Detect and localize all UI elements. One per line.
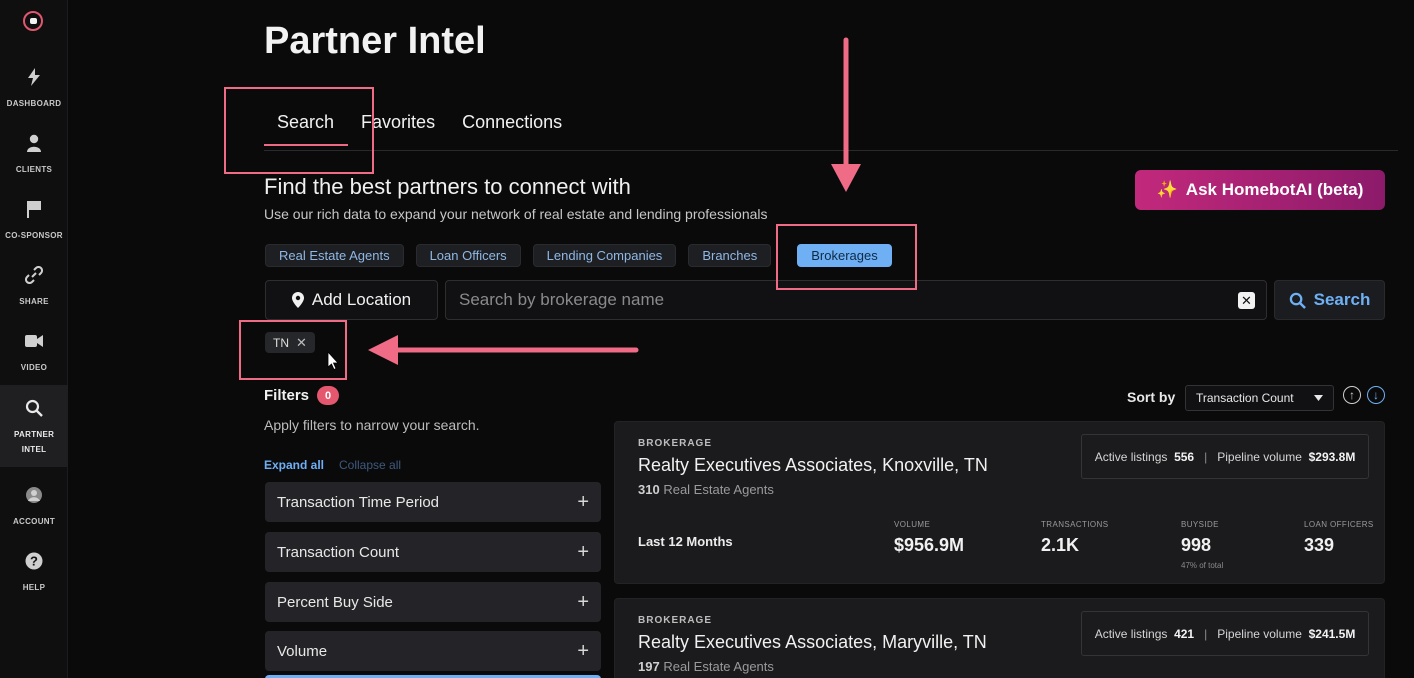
down-arrow-annotation [831, 37, 861, 192]
left-arrow-annotation [368, 335, 639, 365]
annotation-arrows [327, 37, 861, 371]
mouse-cursor-icon [327, 350, 339, 371]
